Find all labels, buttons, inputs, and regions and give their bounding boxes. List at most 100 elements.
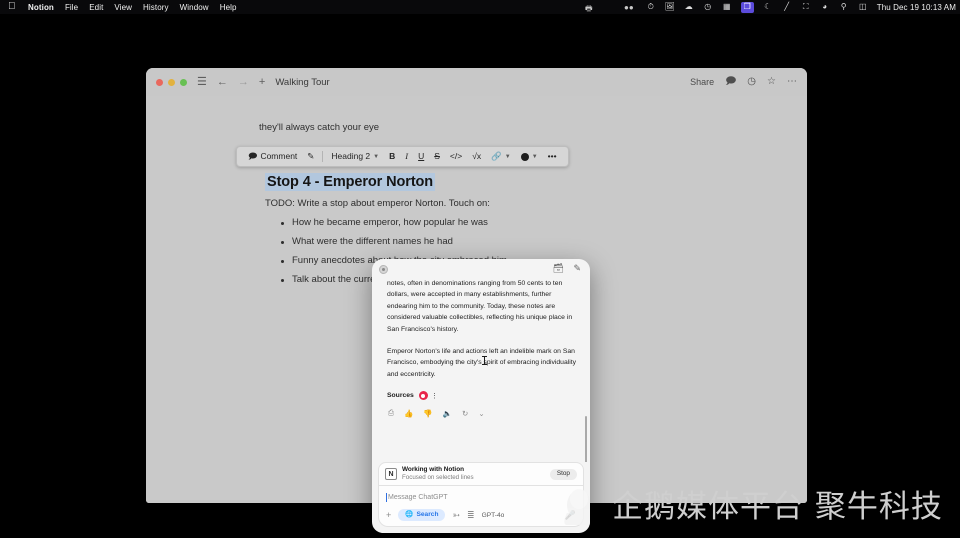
apple-logo-icon[interactable]:  — [8, 2, 17, 12]
list-item[interactable]: How he became emperor, how popular he wa… — [265, 217, 745, 228]
breadcrumb-page-title[interactable]: Walking Tour — [275, 77, 329, 88]
composer-box: Message ChatGPT + 🌐 Search ➳ ≣ GPT-4o 🎤 — [378, 486, 584, 527]
color-swatch-icon — [520, 152, 529, 161]
speaker-icon[interactable]: 🔈 — [443, 409, 452, 418]
chevron-down-icon: ▼ — [504, 153, 511, 160]
context-title: Working with Notion — [402, 466, 465, 474]
cloud-icon[interactable]: ☁ — [684, 2, 694, 12]
menu-bar-clock[interactable]: Thu Dec 19 10:13 AM — [877, 3, 956, 12]
link-icon: 🔗 — [491, 151, 502, 162]
menu-item-notion[interactable]: Notion — [28, 3, 54, 12]
block-type-dropdown[interactable]: Heading 2 ▼ — [326, 148, 384, 165]
list-item-label: What were the different names he had — [292, 236, 453, 247]
text-cursor-icon — [482, 356, 487, 365]
comment-icon[interactable]: 🗩 — [725, 77, 736, 87]
star-icon[interactable]: ☆ — [767, 77, 776, 87]
window-traffic-lights — [156, 78, 187, 86]
menu-item-history[interactable]: History — [143, 3, 169, 12]
context-subtitle: Focused on selected lines — [402, 474, 474, 482]
bullet-icon — [281, 222, 284, 225]
pen-icon[interactable]: ╱ — [782, 2, 792, 12]
bold-button[interactable]: B — [384, 148, 400, 165]
close-window-button[interactable] — [156, 78, 163, 86]
thumbs-up-icon[interactable]: 👍 — [404, 409, 413, 418]
notion-title-bar: ☰ ← → + Walking Tour Share 🗩 ◷ ☆ ⋯ — [146, 68, 807, 96]
airpods-icon[interactable]: ●● — [624, 3, 634, 12]
settings-dot-icon[interactable] — [379, 265, 388, 274]
menu-item-help[interactable]: Help — [220, 3, 237, 12]
watermark-text: 企鹅媒体平台 聚牛科技 — [612, 489, 943, 525]
clock-icon[interactable]: ◷ — [747, 77, 756, 87]
equation-button[interactable]: √x — [467, 148, 486, 165]
chat-panel-header: 🗃 ✎ — [372, 259, 590, 278]
link-button[interactable]: 🔗 ▼ — [486, 148, 516, 165]
previous-paragraph[interactable]: they'll always catch your eye — [259, 122, 379, 133]
ai-edit-icon[interactable]: ✎ — [302, 148, 319, 165]
search-toggle-button[interactable]: 🌐 Search — [398, 509, 446, 521]
chevron-down-icon[interactable]: ⌄ — [478, 409, 484, 418]
screenshot-icon[interactable]: 🖼 — [665, 2, 675, 12]
maximize-window-button[interactable] — [180, 78, 187, 86]
plus-icon[interactable]: + — [259, 76, 265, 88]
menu-item-view[interactable]: View — [114, 3, 132, 12]
printer-icon[interactable]: 🖶 — [585, 3, 593, 17]
italic-button[interactable]: I — [400, 148, 413, 165]
chatgpt-panel: 🗃 ✎ notes, often in denominations rangin… — [372, 259, 590, 533]
sources-row[interactable]: Sources ⋮ — [387, 391, 577, 401]
microphone-icon[interactable]: 🎤 — [565, 510, 576, 521]
moon-icon[interactable]: ☾ — [763, 2, 773, 12]
stopwatch-icon[interactable]: ⏱ — [646, 2, 656, 12]
more-options-button[interactable]: ••• — [543, 148, 562, 165]
color-button[interactable]: ▼ — [516, 148, 543, 165]
chat-message-scroll-area[interactable]: notes, often in denominations ranging fr… — [372, 278, 590, 463]
strikethrough-button[interactable]: S — [429, 148, 445, 165]
chat-scrollbar[interactable] — [584, 416, 587, 463]
wifi-icon[interactable]: ◕ — [820, 2, 830, 12]
arrow-right-icon[interactable]: → — [238, 76, 249, 88]
arrow-left-icon[interactable]: ← — [217, 76, 228, 88]
pointer-icon[interactable]: ➳ — [452, 510, 460, 520]
minimize-window-button[interactable] — [168, 78, 175, 86]
bullet-icon — [281, 241, 284, 244]
cursor-caret-icon: ⋮ — [430, 392, 438, 400]
page-heading[interactable]: Stop 4 - Emperor Norton — [265, 173, 436, 191]
status-icons-group: ⏱ 🖼 ☁ ◷ ▦ ❐ ☾ ╱ ⛶ ◕ ⚲ ◫ Thu Dec 19 10:13… — [646, 0, 956, 14]
control-center-icon[interactable]: ◫ — [858, 2, 868, 12]
share-button[interactable]: Share — [690, 77, 714, 87]
clock-icon[interactable]: ◷ — [703, 2, 713, 12]
grid-icon[interactable]: ▦ — [722, 2, 732, 12]
stage-manager-icon[interactable]: ❐ — [740, 1, 754, 13]
ellipsis-icon[interactable]: ⋯ — [787, 77, 797, 87]
context-chip: N Working with Notion Focused on selecte… — [378, 462, 584, 487]
code-button[interactable]: </> — [445, 148, 467, 165]
todo-paragraph[interactable]: TODO: Write a stop about emperor Norton.… — [265, 198, 745, 209]
chat-composer: N Working with Notion Focused on selecte… — [372, 462, 590, 533]
list-item[interactable]: What were the different names he had — [265, 236, 745, 247]
regenerate-icon[interactable]: ↻ — [462, 409, 468, 418]
source-badge-icon[interactable] — [418, 391, 428, 401]
message-input-placeholder: Message ChatGPT — [388, 493, 448, 501]
list-item-label: How he became emperor, how popular he wa… — [292, 217, 488, 228]
underline-button[interactable]: U — [413, 148, 429, 165]
search-icon[interactable]: ⚲ — [839, 2, 849, 12]
thumbs-down-icon[interactable]: 👎 — [423, 409, 432, 418]
copy-icon[interactable]: ⎙ — [388, 408, 394, 418]
hamburger-icon[interactable]: ☰ — [197, 76, 207, 88]
chevron-down-icon: ▼ — [373, 153, 380, 160]
model-label[interactable]: GPT-4o — [482, 512, 505, 519]
chat-history-icon[interactable]: 🗃 — [553, 264, 564, 273]
formatting-toolbar: 🗩 Comment ✎ Heading 2 ▼ B I U S </> √x 🔗… — [236, 146, 569, 167]
menu-item-edit[interactable]: Edit — [89, 3, 103, 12]
battery-icon[interactable]: ⛶ — [801, 2, 811, 12]
menu-item-window[interactable]: Window — [180, 3, 209, 12]
compose-icon[interactable]: ✎ — [573, 264, 581, 273]
message-input[interactable]: Message ChatGPT — [386, 491, 576, 503]
sliders-icon[interactable]: ≣ — [467, 510, 475, 520]
assistant-paragraph: notes, often in denominations ranging fr… — [387, 280, 573, 333]
stop-button[interactable]: Stop — [549, 469, 577, 480]
comment-button[interactable]: 🗩 Comment — [243, 148, 302, 165]
bullet-icon — [281, 260, 284, 263]
toolbar-divider — [322, 151, 324, 162]
plus-icon[interactable]: + — [386, 510, 391, 520]
menu-item-file[interactable]: File — [65, 3, 78, 12]
